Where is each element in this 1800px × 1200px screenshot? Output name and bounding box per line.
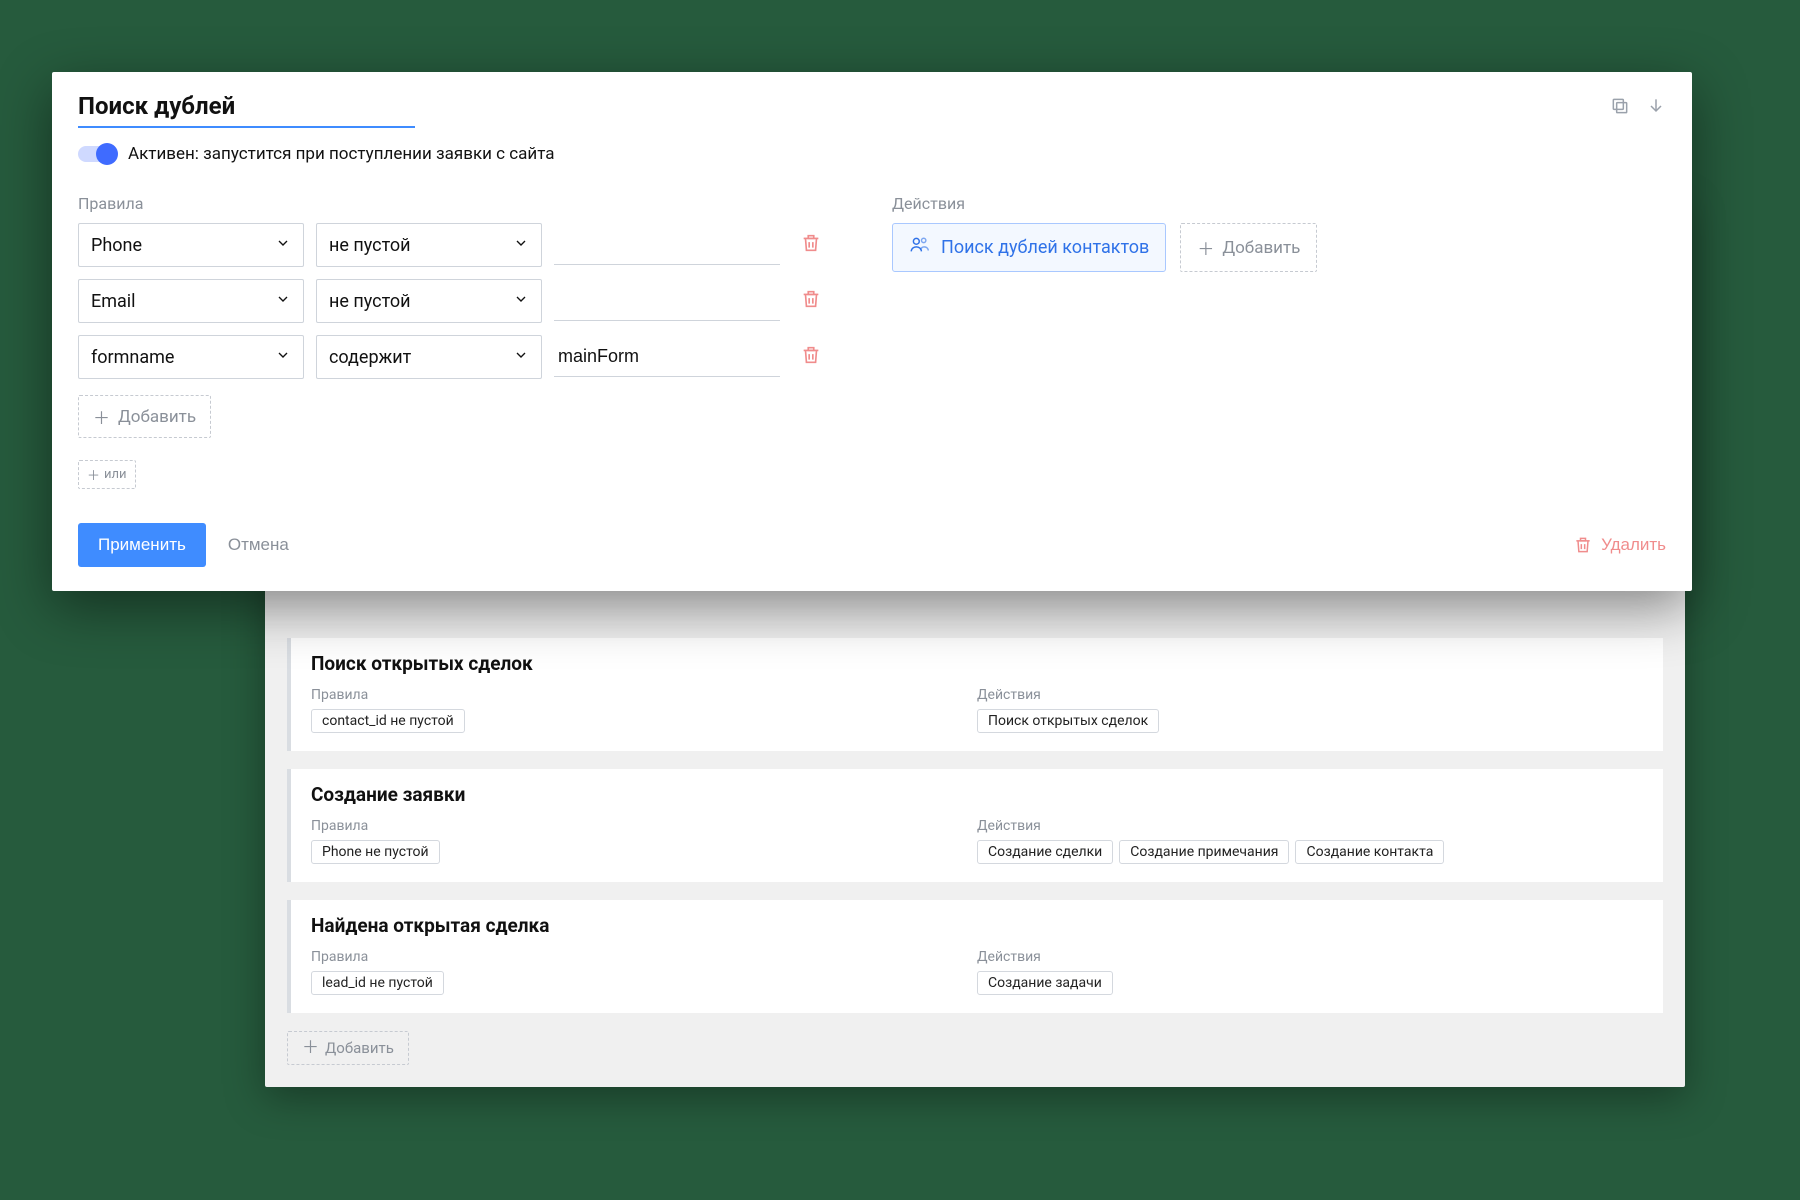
add-workflow-label: Добавить [325,1039,394,1057]
add-rule-button[interactable]: ＋ Добавить [78,395,211,438]
apply-button[interactable]: Применить [78,523,206,567]
plus-icon: ＋ [87,465,100,484]
copy-icon[interactable] [1610,96,1630,116]
workflow-card[interactable]: Найдена открытая сделка Правила lead_id … [287,900,1663,1013]
action-tag: Создание задачи [977,971,1113,995]
chevron-down-icon [275,291,291,312]
rule-tag: lead_id не пустой [311,971,444,995]
actions-label: Действия [977,818,1643,834]
rule-operator-value: содержит [329,347,411,368]
rule-field-select[interactable]: Phone [78,223,304,267]
plus-icon: ＋ [1197,235,1214,260]
rule-tag: Phone не пустой [311,840,440,864]
rules-label: Правила [311,949,977,965]
workflow-card[interactable]: Поиск открытых сделок Правила contact_id… [287,638,1663,751]
or-label: или [104,467,127,482]
workflow-card-title: Создание заявки [311,783,1643,806]
rules-label: Правила [311,687,977,703]
plus-icon: ＋ [302,1040,319,1057]
rule-operator-select[interactable]: содержит [316,335,542,379]
delete-button-label: Удалить [1601,535,1666,555]
add-action-label: Добавить [1222,238,1300,258]
add-workflow-button[interactable]: ＋ Добавить [287,1031,409,1065]
rule-operator-select[interactable]: не пустой [316,279,542,323]
rule-value-input[interactable] [554,225,780,265]
rule-value-input[interactable] [554,337,780,377]
workflow-card[interactable]: Создание заявки Правила Phone не пустой … [287,769,1663,882]
rule-operator-select[interactable]: не пустой [316,223,542,267]
delete-button[interactable]: Удалить [1573,535,1666,555]
chevron-down-icon [275,235,291,256]
rule-row: formname содержит [78,335,868,379]
add-or-group-button[interactable]: ＋ или [78,460,136,489]
action-tag: Создание примечания [1119,840,1289,864]
rules-label: Правила [311,818,977,834]
delete-rule-button[interactable] [800,232,822,258]
action-tag: Поиск открытых сделок [977,709,1159,733]
rule-field-select[interactable]: formname [78,335,304,379]
add-rule-label: Добавить [118,407,196,427]
rule-value-input[interactable] [554,281,780,321]
rule-row: Email не пустой [78,279,868,323]
chevron-down-icon [275,347,291,368]
cancel-button[interactable]: Отмена [228,535,289,555]
workflow-card-title: Найдена открытая сделка [311,914,1643,937]
actions-label: Действия [977,949,1643,965]
rule-operator-value: не пустой [329,235,411,256]
delete-rule-button[interactable] [800,344,822,370]
rules-section-label: Правила [78,194,868,213]
rule-field-value: Phone [91,235,142,256]
action-pill[interactable]: Поиск дублей контактов [892,223,1166,272]
workflow-editor: Поиск дублей Активен: запустится при пос… [52,72,1692,591]
delete-rule-button[interactable] [800,288,822,314]
chevron-down-icon [513,235,529,256]
add-action-button[interactable]: ＋ Добавить [1180,223,1317,272]
rule-field-select[interactable]: Email [78,279,304,323]
chevron-down-icon [513,347,529,368]
active-toggle[interactable] [78,146,116,162]
actions-label: Действия [977,687,1643,703]
action-pill-label: Поиск дублей контактов [941,237,1149,258]
rule-tag: contact_id не пустой [311,709,465,733]
active-label: Активен: запустится при поступлении заяв… [128,144,555,164]
contacts-dedup-icon [909,234,931,261]
action-tag: Создание контакта [1295,840,1444,864]
rule-row: Phone не пустой [78,223,868,267]
action-tag: Создание сделки [977,840,1113,864]
arrow-down-icon[interactable] [1646,96,1666,116]
plus-icon: ＋ [93,404,110,429]
actions-section-label: Действия [892,194,1666,213]
editor-title[interactable]: Поиск дублей [78,92,415,128]
rule-operator-value: не пустой [329,291,411,312]
rule-field-value: formname [91,347,174,368]
workflow-card-title: Поиск открытых сделок [311,652,1643,675]
chevron-down-icon [513,291,529,312]
rule-field-value: Email [91,291,136,312]
